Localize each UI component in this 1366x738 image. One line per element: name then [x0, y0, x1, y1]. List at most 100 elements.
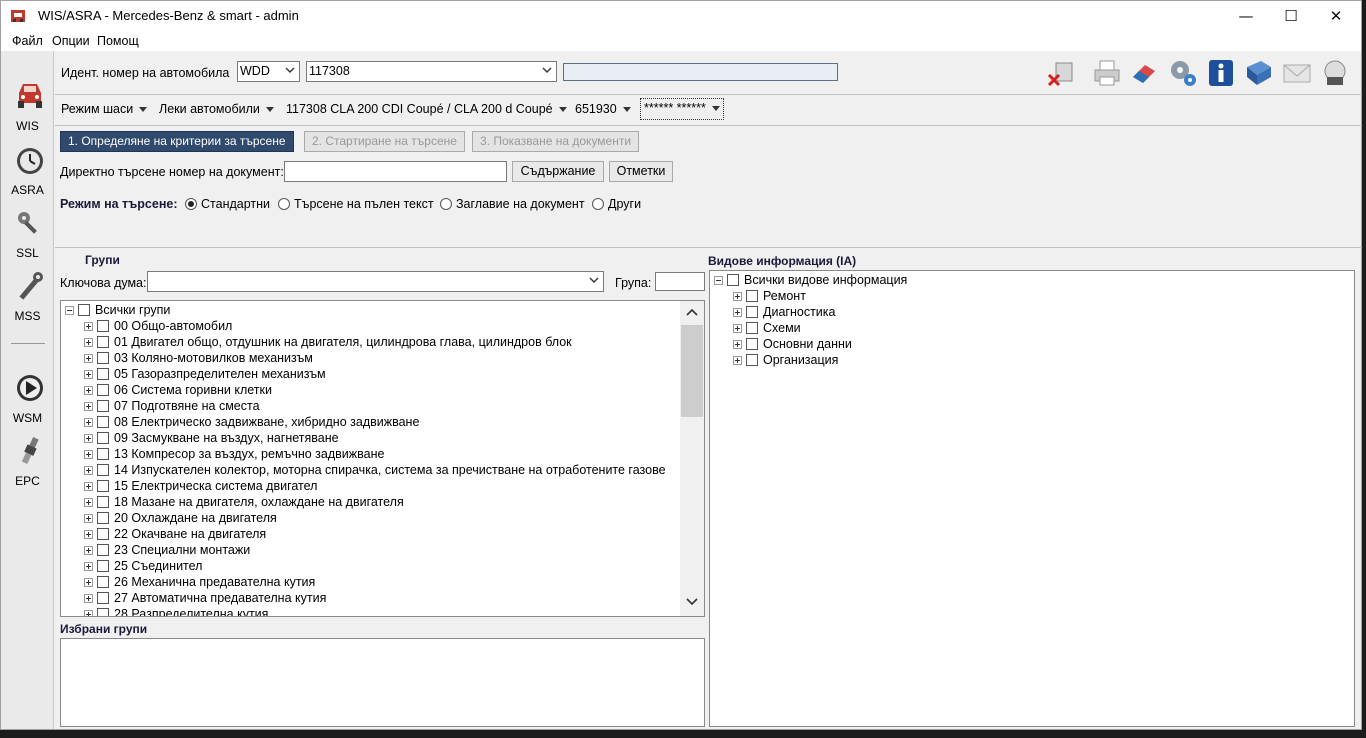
expand-icon[interactable] [84, 482, 93, 491]
step-2-tab[interactable]: 2. Стартиране на търсене [304, 131, 465, 152]
checkbox-icon[interactable] [746, 306, 758, 318]
tree-item-group[interactable]: 22 Окачване на двигателя [84, 527, 266, 543]
radio-fulltext[interactable]: Търсене на пълен текст [278, 197, 434, 211]
scrollbar[interactable] [680, 301, 704, 616]
checkbox-icon[interactable] [97, 320, 109, 332]
tree-item-group[interactable]: 28 Разпределителна кутия [84, 607, 268, 616]
expand-icon[interactable] [84, 594, 93, 603]
checkbox-icon[interactable] [97, 496, 109, 508]
sidebar-item-mss[interactable]: MSS [1, 271, 54, 327]
tree-item-group[interactable]: 26 Механична предавателна кутия [84, 575, 315, 591]
menu-options[interactable]: Опции [52, 34, 90, 48]
tree-item-ia[interactable]: Ремонт [733, 289, 806, 305]
expand-icon[interactable] [84, 370, 93, 379]
expand-icon[interactable] [84, 386, 93, 395]
tree-item-group[interactable]: 20 Охлаждане на двигателя [84, 511, 277, 527]
checkbox-icon[interactable] [97, 608, 109, 616]
sidebar-item-epc[interactable]: EPC [1, 435, 54, 491]
tree-item-group[interactable]: 27 Автоматична предавателна кутия [84, 591, 326, 607]
checkbox-icon[interactable] [97, 544, 109, 556]
print-icon[interactable] [1091, 57, 1123, 89]
mode-dropdown[interactable]: Режим шаси [61, 102, 148, 116]
vin-number-select[interactable]: 117308 [306, 61, 557, 82]
help-book-icon[interactable] [1243, 57, 1275, 89]
expand-icon[interactable] [84, 466, 93, 475]
sidebar-item-ssl[interactable]: SSL [1, 209, 54, 265]
tree-item-ia[interactable]: Схеми [733, 321, 801, 337]
direct-search-input[interactable] [284, 161, 507, 182]
group-input[interactable] [655, 272, 705, 291]
info-icon[interactable] [1205, 57, 1237, 89]
tree-item-group[interactable]: 25 Съединител [84, 559, 202, 575]
delete-vehicle-icon[interactable] [1046, 57, 1078, 89]
expand-icon[interactable] [84, 450, 93, 459]
tree-item-group[interactable]: 06 Система горивни клетки [84, 383, 272, 399]
expand-icon[interactable] [84, 610, 93, 616]
eraser-icon[interactable] [1129, 57, 1161, 89]
minimize-button[interactable]: — [1223, 1, 1269, 31]
checkbox-icon[interactable] [97, 352, 109, 364]
expand-icon[interactable] [84, 418, 93, 427]
network-icon[interactable] [1319, 57, 1351, 89]
checkbox-icon[interactable] [97, 560, 109, 572]
selected-groups-list[interactable] [60, 638, 705, 727]
checkbox-icon[interactable] [97, 576, 109, 588]
tree-item-group[interactable]: 05 Газоразпределителен механизъм [84, 367, 326, 383]
checkbox-icon[interactable] [97, 384, 109, 396]
tree-item-group[interactable]: 00 Общо-автомобил [84, 319, 232, 335]
groups-tree[interactable]: Всички групи 00 Общо-автомобил 01 Двигате… [60, 300, 705, 617]
radio-other[interactable]: Други [592, 197, 641, 211]
scroll-down-icon[interactable] [686, 597, 698, 607]
checkbox-icon[interactable] [97, 448, 109, 460]
checkbox-icon[interactable] [97, 512, 109, 524]
code-dropdown[interactable]: ****** ****** [640, 98, 724, 120]
checkbox-icon[interactable] [97, 416, 109, 428]
tree-root-all-ia[interactable]: Всички видове информация [714, 273, 907, 289]
maximize-button[interactable]: ☐ [1268, 1, 1314, 31]
tree-item-group[interactable]: 03 Коляно-мотовилков механизъм [84, 351, 313, 367]
mail-icon[interactable] [1281, 57, 1313, 89]
close-button[interactable]: ✕ [1313, 1, 1359, 31]
tree-item-ia[interactable]: Основни данни [733, 337, 852, 353]
checkbox-icon[interactable] [746, 338, 758, 350]
vin-prefix-select[interactable]: WDD [237, 61, 300, 82]
step-3-tab[interactable]: 3. Показване на документи [472, 131, 640, 152]
radio-doc-title[interactable]: Заглавие на документ [440, 197, 585, 211]
checkbox-icon[interactable] [727, 274, 739, 286]
checkbox-icon[interactable] [97, 528, 109, 540]
engine-dropdown[interactable]: 651930 [575, 102, 631, 116]
checkbox-icon[interactable] [746, 290, 758, 302]
expand-icon[interactable] [84, 514, 93, 523]
tree-item-group[interactable]: 09 Засмукване на въздух, нагнетяване [84, 431, 339, 447]
expand-icon[interactable] [733, 340, 742, 349]
scrollbar-thumb[interactable] [681, 325, 703, 417]
sidebar-item-asra[interactable]: ASRA [1, 145, 54, 201]
tree-item-ia[interactable]: Диагностика [733, 305, 835, 321]
expand-icon[interactable] [733, 292, 742, 301]
expand-icon[interactable] [84, 322, 93, 331]
checkbox-icon[interactable] [97, 592, 109, 604]
expand-icon[interactable] [84, 546, 93, 555]
scroll-up-icon[interactable] [686, 307, 698, 317]
bookmarks-button[interactable]: Отметки [609, 161, 673, 182]
settings-icon[interactable] [1167, 57, 1199, 89]
checkbox-icon[interactable] [97, 400, 109, 412]
vin-extra-field[interactable] [563, 63, 838, 81]
checkbox-icon[interactable] [746, 322, 758, 334]
expand-icon[interactable] [733, 308, 742, 317]
expand-icon[interactable] [84, 354, 93, 363]
sidebar-item-wsm[interactable]: WSM [1, 373, 54, 429]
checkbox-icon[interactable] [746, 354, 758, 366]
tree-item-group[interactable]: 01 Двигател общо, отдушник на двигателя,… [84, 335, 572, 351]
tree-item-group[interactable]: 13 Компресор за въздух, ремъчно задвижва… [84, 447, 384, 463]
tree-item-group[interactable]: 18 Мазане на двигателя, охлаждане на дви… [84, 495, 404, 511]
tree-item-group[interactable]: 14 Изпускателен колектор, моторна спирач… [84, 463, 666, 479]
checkbox-icon[interactable] [97, 368, 109, 380]
keyword-input[interactable] [147, 271, 604, 292]
ia-tree[interactable]: Всички видове информация Ремонт Диагности… [709, 270, 1355, 727]
radio-standard[interactable]: Стандартни [185, 197, 270, 211]
tree-item-group[interactable]: 07 Подготвяне на сместа [84, 399, 260, 415]
checkbox-icon[interactable] [97, 336, 109, 348]
menu-file[interactable]: Файл [12, 34, 43, 48]
content-button[interactable]: Съдържание [512, 161, 604, 182]
